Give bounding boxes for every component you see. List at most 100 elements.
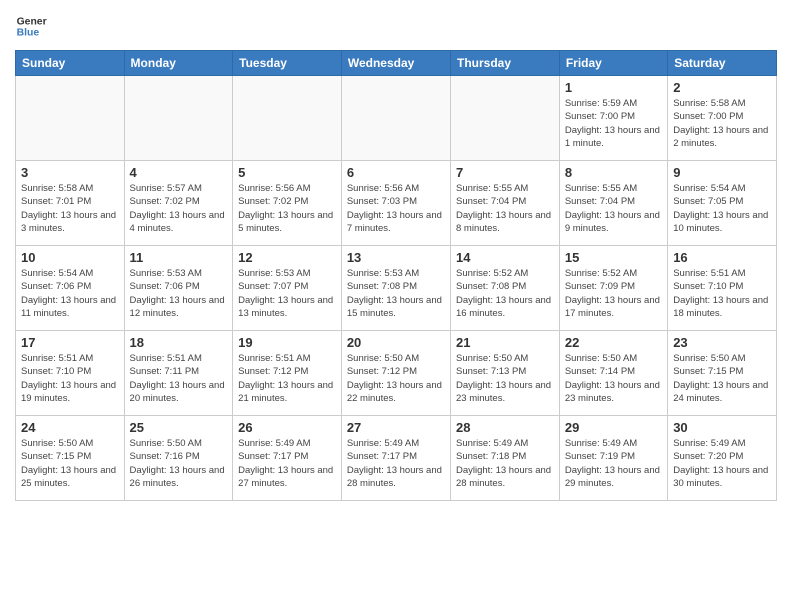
day-number: 11 [130,250,228,265]
calendar-cell: 1 Sunrise: 5:59 AMSunset: 7:00 PMDaylight… [559,76,667,161]
weekday-header-row: SundayMondayTuesdayWednesdayThursdayFrid… [16,51,777,76]
day-info: Sunrise: 5:55 AMSunset: 7:04 PMDaylight:… [565,182,662,235]
day-info: Sunrise: 5:56 AMSunset: 7:03 PMDaylight:… [347,182,445,235]
week-row-2: 3 Sunrise: 5:58 AMSunset: 7:01 PMDaylight… [16,161,777,246]
calendar-cell: 29Sunrise: 5:49 AMSunset: 7:19 PMDayligh… [559,416,667,501]
calendar-cell [16,76,125,161]
week-row-4: 17Sunrise: 5:51 AMSunset: 7:10 PMDayligh… [16,331,777,416]
day-info: Sunrise: 5:59 AMSunset: 7:00 PMDaylight:… [565,97,662,150]
day-info: Sunrise: 5:50 AMSunset: 7:12 PMDaylight:… [347,352,445,405]
day-info: Sunrise: 5:56 AMSunset: 7:02 PMDaylight:… [238,182,336,235]
day-number: 23 [673,335,771,350]
calendar-cell [233,76,342,161]
day-info: Sunrise: 5:51 AMSunset: 7:11 PMDaylight:… [130,352,228,405]
day-number: 25 [130,420,228,435]
week-row-1: 1 Sunrise: 5:59 AMSunset: 7:00 PMDaylight… [16,76,777,161]
weekday-header-sunday: Sunday [16,51,125,76]
day-info: Sunrise: 5:58 AMSunset: 7:00 PMDaylight:… [673,97,771,150]
calendar-cell: 18 Sunrise: 5:51 AMSunset: 7:11 PMDayligh… [124,331,233,416]
logo-icon: General Blue [15,10,47,42]
calendar-cell [451,76,560,161]
day-number: 21 [456,335,554,350]
day-info: Sunrise: 5:53 AMSunset: 7:08 PMDaylight:… [347,267,445,320]
day-info: Sunrise: 5:49 AMSunset: 7:18 PMDaylight:… [456,437,554,490]
day-info: Sunrise: 5:52 AMSunset: 7:08 PMDaylight:… [456,267,554,320]
day-number: 20 [347,335,445,350]
day-number: 1 [565,80,662,95]
calendar-cell: 30Sunrise: 5:49 AMSunset: 7:20 PMDayligh… [668,416,777,501]
calendar-cell: 26 Sunrise: 5:49 AMSunset: 7:17 PMDayligh… [233,416,342,501]
day-info: Sunrise: 5:50 AMSunset: 7:14 PMDaylight:… [565,352,662,405]
day-number: 16 [673,250,771,265]
day-info: Sunrise: 5:50 AMSunset: 7:16 PMDaylight:… [130,437,228,490]
day-number: 4 [130,165,228,180]
day-number: 28 [456,420,554,435]
calendar-cell: 25 Sunrise: 5:50 AMSunset: 7:16 PMDayligh… [124,416,233,501]
calendar-cell: 3 Sunrise: 5:58 AMSunset: 7:01 PMDaylight… [16,161,125,246]
day-number: 24 [21,420,119,435]
calendar-cell: 15Sunrise: 5:52 AMSunset: 7:09 PMDayligh… [559,246,667,331]
day-info: Sunrise: 5:49 AMSunset: 7:20 PMDaylight:… [673,437,771,490]
day-info: Sunrise: 5:54 AMSunset: 7:05 PMDaylight:… [673,182,771,235]
calendar-table: SundayMondayTuesdayWednesdayThursdayFrid… [15,50,777,501]
day-number: 12 [238,250,336,265]
calendar-cell: 27 Sunrise: 5:49 AMSunset: 7:17 PMDayligh… [341,416,450,501]
day-number: 13 [347,250,445,265]
day-number: 18 [130,335,228,350]
calendar-cell: 14Sunrise: 5:52 AMSunset: 7:08 PMDayligh… [451,246,560,331]
weekday-header-wednesday: Wednesday [341,51,450,76]
week-row-5: 24 Sunrise: 5:50 AMSunset: 7:15 PMDayligh… [16,416,777,501]
day-number: 27 [347,420,445,435]
day-info: Sunrise: 5:50 AMSunset: 7:15 PMDaylight:… [21,437,119,490]
day-number: 19 [238,335,336,350]
day-number: 2 [673,80,771,95]
day-number: 5 [238,165,336,180]
svg-text:Blue: Blue [17,28,40,39]
logo: General Blue [15,10,47,42]
day-number: 10 [21,250,119,265]
day-info: Sunrise: 5:58 AMSunset: 7:01 PMDaylight:… [21,182,119,235]
calendar-cell: 4 Sunrise: 5:57 AMSunset: 7:02 PMDaylight… [124,161,233,246]
calendar-cell: 9 Sunrise: 5:54 AMSunset: 7:05 PMDaylight… [668,161,777,246]
day-info: Sunrise: 5:50 AMSunset: 7:13 PMDaylight:… [456,352,554,405]
day-info: Sunrise: 5:53 AMSunset: 7:07 PMDaylight:… [238,267,336,320]
calendar-cell: 16 Sunrise: 5:51 AMSunset: 7:10 PMDayligh… [668,246,777,331]
calendar-cell: 23 Sunrise: 5:50 AMSunset: 7:15 PMDayligh… [668,331,777,416]
calendar-cell: 28 Sunrise: 5:49 AMSunset: 7:18 PMDayligh… [451,416,560,501]
weekday-header-tuesday: Tuesday [233,51,342,76]
weekday-header-monday: Monday [124,51,233,76]
calendar-cell: 11 Sunrise: 5:53 AMSunset: 7:06 PMDayligh… [124,246,233,331]
day-number: 22 [565,335,662,350]
day-info: Sunrise: 5:55 AMSunset: 7:04 PMDaylight:… [456,182,554,235]
calendar-cell: 2 Sunrise: 5:58 AMSunset: 7:00 PMDaylight… [668,76,777,161]
day-info: Sunrise: 5:49 AMSunset: 7:17 PMDaylight:… [238,437,336,490]
calendar-cell: 19 Sunrise: 5:51 AMSunset: 7:12 PMDayligh… [233,331,342,416]
day-number: 7 [456,165,554,180]
day-info: Sunrise: 5:57 AMSunset: 7:02 PMDaylight:… [130,182,228,235]
day-number: 6 [347,165,445,180]
page-header: General Blue [15,10,777,42]
day-number: 3 [21,165,119,180]
day-info: Sunrise: 5:53 AMSunset: 7:06 PMDaylight:… [130,267,228,320]
day-info: Sunrise: 5:49 AMSunset: 7:17 PMDaylight:… [347,437,445,490]
calendar-cell [341,76,450,161]
calendar-cell: 13 Sunrise: 5:53 AMSunset: 7:08 PMDayligh… [341,246,450,331]
calendar-cell: 10Sunrise: 5:54 AMSunset: 7:06 PMDayligh… [16,246,125,331]
day-info: Sunrise: 5:51 AMSunset: 7:10 PMDaylight:… [673,267,771,320]
day-info: Sunrise: 5:50 AMSunset: 7:15 PMDaylight:… [673,352,771,405]
day-number: 26 [238,420,336,435]
weekday-header-thursday: Thursday [451,51,560,76]
calendar-cell: 5 Sunrise: 5:56 AMSunset: 7:02 PMDaylight… [233,161,342,246]
day-info: Sunrise: 5:51 AMSunset: 7:12 PMDaylight:… [238,352,336,405]
calendar-cell: 20 Sunrise: 5:50 AMSunset: 7:12 PMDayligh… [341,331,450,416]
calendar-cell [124,76,233,161]
calendar-cell: 8Sunrise: 5:55 AMSunset: 7:04 PMDaylight… [559,161,667,246]
day-number: 17 [21,335,119,350]
calendar-cell: 21 Sunrise: 5:50 AMSunset: 7:13 PMDayligh… [451,331,560,416]
weekday-header-saturday: Saturday [668,51,777,76]
calendar-cell: 22 Sunrise: 5:50 AMSunset: 7:14 PMDayligh… [559,331,667,416]
calendar-cell: 24 Sunrise: 5:50 AMSunset: 7:15 PMDayligh… [16,416,125,501]
day-number: 9 [673,165,771,180]
calendar-cell: 12 Sunrise: 5:53 AMSunset: 7:07 PMDayligh… [233,246,342,331]
day-info: Sunrise: 5:52 AMSunset: 7:09 PMDaylight:… [565,267,662,320]
